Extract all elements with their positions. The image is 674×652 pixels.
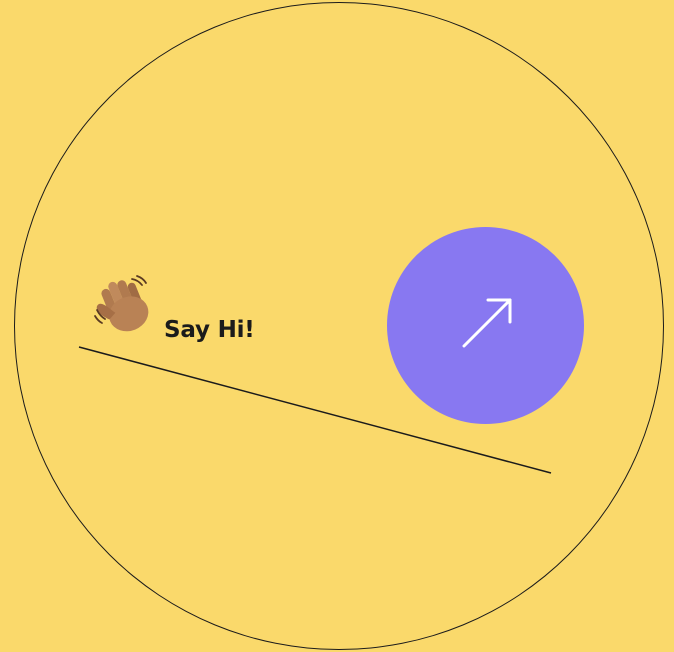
say-hi-link[interactable]: Say Hi! (92, 274, 255, 344)
arrow-button[interactable] (387, 227, 584, 424)
waving-hand-icon (92, 274, 158, 344)
arrow-up-right-icon (456, 294, 516, 358)
say-hi-label: Say Hi! (164, 317, 255, 343)
